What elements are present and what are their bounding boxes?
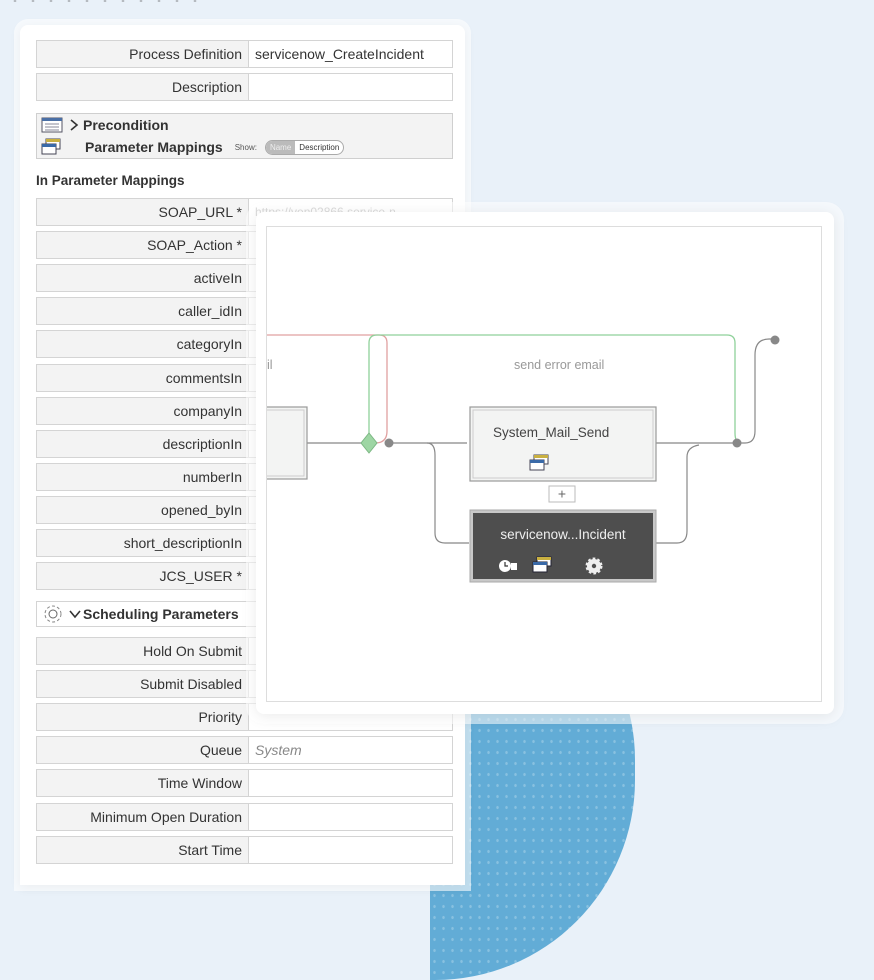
- send-error-email-label: send error email: [514, 358, 604, 372]
- start-time-field[interactable]: [249, 835, 453, 864]
- chevron-down-icon: [69, 610, 81, 619]
- previous-step-box[interactable]: [267, 406, 308, 480]
- precondition-header[interactable]: Precondition: [37, 114, 452, 136]
- workflow-canvas: il send error email System_Mail_Send + s…: [267, 334, 780, 583]
- flow-line-end: [739, 338, 775, 444]
- chevron-right-icon: [70, 119, 79, 131]
- flow-line-incident: [426, 442, 469, 544]
- process-definition-field[interactable]: servicenow_CreateIncident: [249, 40, 453, 68]
- gear-outline-icon: [44, 605, 62, 623]
- submit-disabled-label: Submit Disabled: [36, 670, 249, 699]
- left-label-fragment: il: [267, 358, 273, 372]
- caller-idin-label: caller_idIn: [36, 297, 249, 326]
- categoryin-label: categoryIn: [36, 330, 249, 359]
- show-label: Show:: [234, 142, 257, 152]
- description-row: Description: [36, 73, 453, 101]
- descriptionin-label: descriptionIn: [36, 429, 249, 458]
- hold-on-submit-label: Hold On Submit: [36, 637, 249, 665]
- toggle-description-option[interactable]: Description: [295, 141, 343, 154]
- priority-label: Priority: [36, 703, 249, 732]
- queue-label: Queue: [36, 736, 249, 765]
- precondition-section: Precondition Parameter Mappings Show: Na…: [36, 113, 453, 159]
- list-icon: [41, 117, 63, 133]
- description-field[interactable]: [249, 73, 453, 101]
- companyin-label: companyIn: [36, 396, 249, 425]
- activein-label: activeIn: [36, 264, 249, 293]
- opened-byin-label: opened_byIn: [36, 495, 249, 524]
- start-time-label: Start Time: [36, 835, 249, 864]
- dot-pattern: [0, 0, 200, 8]
- time-window-field[interactable]: [249, 769, 453, 798]
- add-step-label: +: [558, 486, 566, 502]
- system-mail-send-step[interactable]: System_Mail_Send: [469, 406, 657, 482]
- parameter-mappings-header[interactable]: Parameter Mappings Show: Name Descriptio…: [37, 136, 452, 158]
- show-toggle[interactable]: Name Description: [264, 139, 345, 155]
- merge-node[interactable]: [732, 438, 742, 448]
- minimum-open-duration-label: Minimum Open Duration: [36, 802, 249, 831]
- workflow-diagram[interactable]: il send error email System_Mail_Send + s…: [266, 226, 822, 702]
- window-icon: [41, 138, 61, 155]
- queue-field[interactable]: System: [249, 736, 453, 765]
- soap-action-label: SOAP_Action *: [36, 231, 249, 260]
- start-time-row: Start Time: [36, 835, 453, 864]
- process-definition-row: Process Definition servicenow_CreateInci…: [36, 40, 453, 68]
- servicenow-incident-step[interactable]: servicenow...Incident: [469, 509, 657, 583]
- minimum-open-duration-row: Minimum Open Duration: [36, 802, 453, 831]
- numberin-label: numberIn: [36, 462, 249, 491]
- parameter-mappings-label: Parameter Mappings: [85, 139, 223, 155]
- minimum-open-duration-field[interactable]: [249, 802, 453, 831]
- incident-step-label: servicenow...Incident: [500, 527, 626, 542]
- in-parameter-mappings-title: In Parameter Mappings: [36, 173, 185, 188]
- workflow-diagram-card: il send error email System_Mail_Send + s…: [256, 212, 834, 714]
- join-node[interactable]: [384, 438, 394, 448]
- flow-line-incident-out: [655, 444, 700, 544]
- end-node[interactable]: [770, 335, 780, 345]
- mail-step-box: [469, 406, 657, 482]
- queue-row: Queue System: [36, 736, 453, 765]
- gear-icon: [585, 557, 603, 575]
- soap-url-label: SOAP_URL *: [36, 198, 249, 226]
- scheduling-label: Scheduling Parameters: [83, 606, 239, 622]
- jcs-user-label: JCS_USER *: [36, 562, 249, 591]
- gateway-diamond[interactable]: [360, 432, 378, 454]
- mail-step-label: System_Mail_Send: [493, 425, 609, 440]
- commentsin-label: commentsIn: [36, 363, 249, 392]
- precondition-label: Precondition: [83, 117, 169, 133]
- short-descriptionin-label: short_descriptionIn: [36, 529, 249, 557]
- time-window-label: Time Window: [36, 769, 249, 798]
- toggle-name-option[interactable]: Name: [265, 140, 296, 154]
- time-window-row: Time Window: [36, 769, 453, 798]
- description-label: Description: [36, 73, 249, 101]
- process-definition-label: Process Definition: [36, 40, 249, 68]
